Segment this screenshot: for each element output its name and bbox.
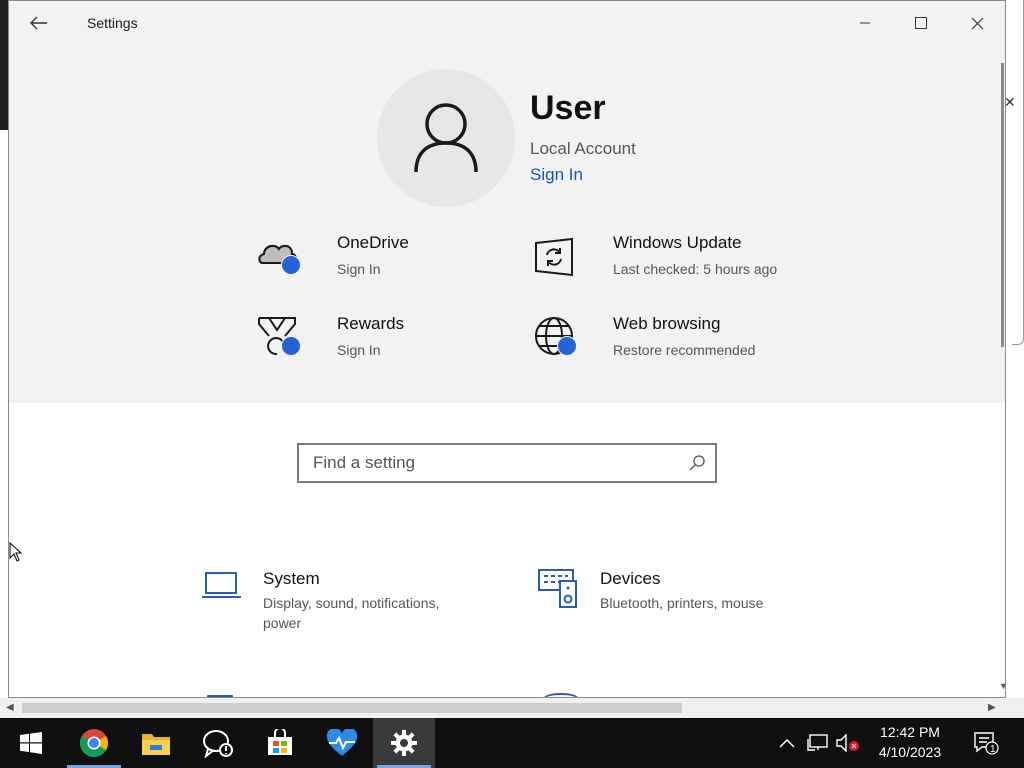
- taskbar: 12:42 PM 4/10/2023 1: [0, 718, 1024, 768]
- category-title: Devices: [600, 569, 661, 588]
- maximize-icon: [915, 17, 927, 29]
- rewards-medal-icon: [257, 314, 305, 362]
- taskbar-health[interactable]: [311, 718, 373, 768]
- maximize-button[interactable]: [893, 1, 949, 45]
- minimize-button[interactable]: [837, 1, 893, 45]
- chrome-icon: [80, 729, 108, 757]
- account-type: Local Account: [530, 139, 636, 158]
- tile-onedrive[interactable]: OneDrive Sign In: [257, 233, 507, 303]
- start-button[interactable]: [0, 718, 62, 768]
- onedrive-cloud-icon: [257, 233, 305, 281]
- feedback-hub-icon: [203, 730, 233, 758]
- back-button[interactable]: [23, 9, 55, 37]
- microsoft-store-icon: [268, 729, 292, 755]
- category-system[interactable]: System Display, sound, notifications, po…: [201, 569, 501, 639]
- windows-update-icon: [533, 233, 581, 281]
- tile-title: Web browsing: [613, 314, 721, 333]
- search-icon[interactable]: [679, 445, 715, 481]
- show-hidden-icons-button[interactable]: [776, 718, 798, 768]
- taskbar-chrome[interactable]: [63, 718, 125, 768]
- scrollbar-thumb[interactable]: [1001, 63, 1004, 347]
- health-monitor-icon: [326, 729, 358, 756]
- background-window-frame: [1012, 0, 1024, 345]
- web-browsing-globe-icon: [533, 314, 581, 362]
- close-icon: [971, 17, 983, 29]
- window-title: Settings: [87, 15, 138, 31]
- vertical-scrollbar[interactable]: ▼: [999, 45, 1005, 697]
- back-arrow-icon: [30, 16, 47, 30]
- sign-in-link[interactable]: Sign In: [530, 165, 583, 185]
- network-status-button[interactable]: [804, 718, 832, 768]
- search-input[interactable]: [299, 453, 679, 473]
- tile-web-browsing[interactable]: Web browsing Restore recommended: [533, 314, 783, 384]
- clock-time: 12:42 PM: [880, 724, 940, 740]
- web-browsing-badge: [557, 336, 577, 356]
- tile-subtitle: Last checked: 5 hours ago: [613, 261, 778, 277]
- search-box: [297, 443, 717, 483]
- taskbar-feedback-hub[interactable]: [187, 718, 249, 768]
- close-button[interactable]: [949, 1, 1005, 45]
- category-subtitle: Display, sound, notifications, power: [263, 595, 440, 631]
- category-subtitle: Bluetooth, printers, mouse: [600, 595, 764, 611]
- horizontal-scrollbar-thumb[interactable]: [22, 703, 682, 713]
- taskbar-file-explorer[interactable]: [125, 718, 187, 768]
- tile-title: Windows Update: [613, 233, 742, 252]
- clock-date: 4/10/2023: [878, 744, 942, 760]
- rewards-badge: [281, 336, 301, 356]
- notification-count-badge: 1: [990, 744, 996, 755]
- category-title: System: [263, 569, 320, 588]
- devices-icon: [538, 569, 580, 609]
- windows-start-icon: [20, 732, 42, 754]
- scroll-down-arrow-icon[interactable]: ▼: [999, 681, 1005, 691]
- tile-title: OneDrive: [337, 233, 409, 252]
- tile-subtitle: Sign In: [337, 261, 381, 277]
- tile-rewards[interactable]: Rewards Sign In: [257, 314, 507, 384]
- taskbar-clock[interactable]: 12:42 PM 4/10/2023: [862, 722, 958, 762]
- tile-subtitle: Sign In: [337, 342, 381, 358]
- account-hero-section: User Local Account Sign In OneDrive Sign…: [9, 45, 1005, 403]
- settings-gear-icon: [391, 730, 417, 756]
- category-devices[interactable]: Devices Bluetooth, printers, mouse: [538, 569, 838, 639]
- horizontal-scrollbar[interactable]: ◀ ▶: [0, 698, 1024, 718]
- volume-button[interactable]: [834, 718, 862, 768]
- user-avatar-icon: [414, 103, 478, 173]
- taskbar-microsoft-store[interactable]: [249, 718, 311, 768]
- title-bar: Settings: [9, 1, 1005, 45]
- taskbar-settings[interactable]: [373, 718, 435, 768]
- settings-window: Settings User Local Account Sign In OneD…: [8, 0, 1006, 698]
- laptop-icon: [201, 569, 243, 609]
- chevron-up-icon: [779, 738, 795, 748]
- mouse-cursor-icon: [9, 541, 23, 567]
- user-name: User: [530, 89, 606, 127]
- action-center-button[interactable]: 1: [966, 718, 1006, 768]
- volume-muted-icon: [836, 734, 859, 752]
- file-explorer-icon: [142, 734, 170, 755]
- scroll-right-arrow-icon[interactable]: ▶: [988, 702, 996, 713]
- sync-badge: [281, 255, 301, 275]
- minimize-icon: [860, 22, 870, 24]
- tile-subtitle: Restore recommended: [613, 342, 756, 358]
- avatar[interactable]: [377, 69, 515, 207]
- network-icon: [807, 734, 828, 751]
- tile-title: Rewards: [337, 314, 405, 333]
- tile-windows-update[interactable]: Windows Update Last checked: 5 hours ago: [533, 233, 783, 303]
- scroll-left-arrow-icon[interactable]: ◀: [6, 702, 14, 713]
